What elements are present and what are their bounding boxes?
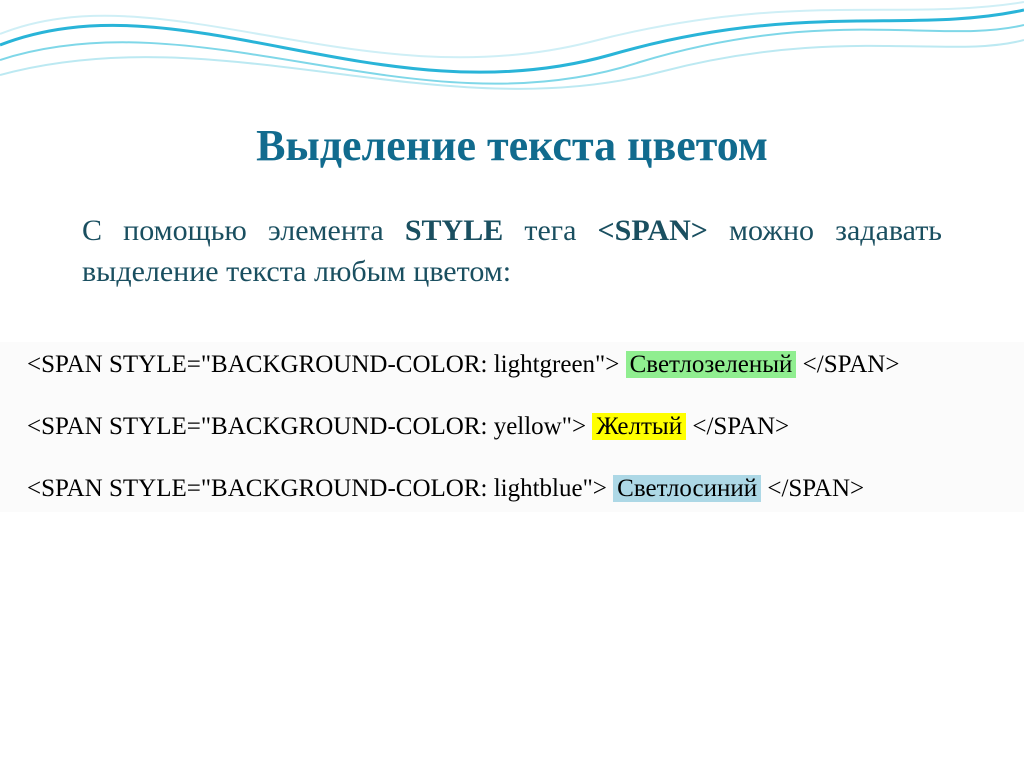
- code-line-1: <SPAN STYLE="BACKGROUND-COLOR: lightgree…: [27, 350, 997, 380]
- code-examples-area: <SPAN STYLE="BACKGROUND-COLOR: lightgree…: [0, 342, 1024, 512]
- intro-style-keyword: STYLE: [405, 214, 503, 247]
- highlight-blue: Светлосиний: [613, 475, 761, 502]
- code-open-1: <SPAN STYLE="BACKGROUND-COLOR: lightgree…: [27, 351, 626, 378]
- code-block: <SPAN STYLE="BACKGROUND-COLOR: lightgree…: [27, 350, 997, 504]
- slide-title: Выделение текста цветом: [0, 120, 1024, 171]
- code-open-3: <SPAN STYLE="BACKGROUND-COLOR: lightblue…: [27, 475, 613, 502]
- code-close-2: </SPAN>: [686, 413, 789, 440]
- code-line-2: <SPAN STYLE="BACKGROUND-COLOR: yellow"> …: [27, 412, 997, 442]
- intro-text-1: С помощью элемента: [82, 214, 405, 247]
- intro-paragraph: С помощью элемента STYLE тега <SPAN> мож…: [82, 211, 942, 292]
- code-open-2: <SPAN STYLE="BACKGROUND-COLOR: yellow">: [27, 413, 592, 440]
- highlight-yellow: Желтый: [592, 413, 686, 440]
- code-line-3: <SPAN STYLE="BACKGROUND-COLOR: lightblue…: [27, 474, 997, 504]
- highlight-green: Светлозеленый: [626, 351, 797, 378]
- code-close-1: </SPAN>: [796, 351, 899, 378]
- intro-span-keyword: <SPAN>: [598, 214, 708, 247]
- code-close-3: </SPAN>: [761, 475, 864, 502]
- intro-text-2: тега: [503, 214, 597, 247]
